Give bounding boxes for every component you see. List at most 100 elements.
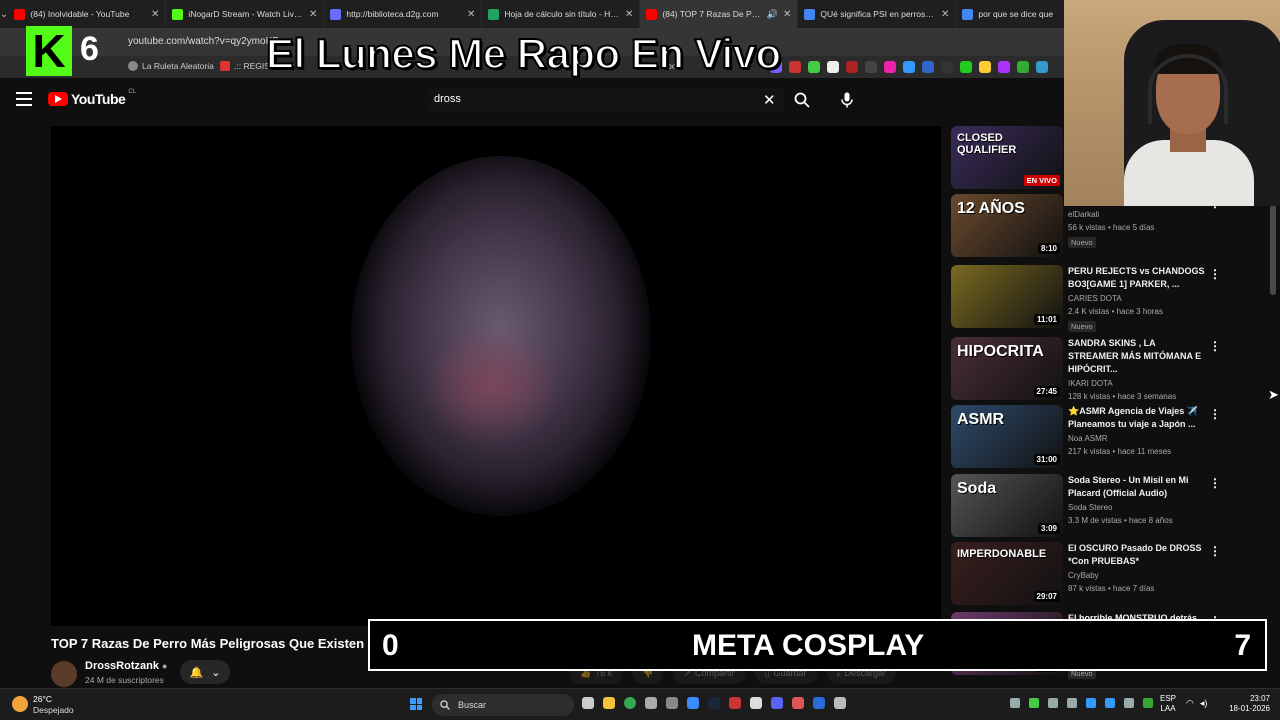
close-tab-icon[interactable]: ✕ [625,9,633,20]
extension-icon[interactable] [998,61,1010,73]
chrome-icon[interactable] [624,697,636,709]
browser-tab[interactable]: QUé significa PSI en perros - Buscar ✕ [798,0,957,28]
extension-icon[interactable] [884,61,896,73]
search-input[interactable]: dross ✕ [425,87,785,113]
app-icon[interactable] [645,697,657,709]
close-tab-icon[interactable]: ✕ [151,9,159,20]
voice-search-button[interactable] [834,87,860,113]
more-options-icon[interactable]: ⋮ [1209,267,1221,281]
search-button[interactable] [786,87,818,113]
close-tab-icon[interactable]: ✕ [309,9,317,20]
weather-temp[interactable]: 26°C [33,694,52,704]
video-thumbnail[interactable]: HIPOCRITA 27:45 [951,337,1063,400]
app-icon[interactable] [666,697,678,709]
task-view-icon[interactable] [582,697,594,709]
tray-icon[interactable] [1029,698,1039,708]
channel-name-text[interactable]: DrossRotzank [85,660,159,672]
channel-name[interactable]: DrossRotzank ● [85,660,167,672]
extension-icon[interactable] [979,61,991,73]
tab-audio-icon[interactable]: 🔊 [767,9,778,20]
steam-icon[interactable] [708,697,720,709]
extension-icon[interactable] [827,61,839,73]
extension-icon[interactable] [846,61,858,73]
extension-icon[interactable] [922,61,934,73]
extension-icon[interactable] [1017,61,1029,73]
recommendation-channel[interactable]: Noa ASMR [1068,434,1208,443]
discord-icon[interactable] [771,697,783,709]
tab-favicon-icon [172,8,184,20]
recommendation-title[interactable]: PERU REJECTS vs CHANDOGS BO3[GAME 1] PAR… [1068,265,1208,291]
search-value[interactable]: dross [434,93,461,105]
recommendation-title[interactable]: SANDRA SKINS , LA STREAMER MÁS MITÓMANA … [1068,337,1208,376]
app-icon[interactable] [813,697,825,709]
recommendation-title[interactable]: El OSCURO Pasado De DROSS *Con PRUEBAS* [1068,542,1208,568]
clock[interactable]: 23:07 18-01-2026 [1224,694,1270,714]
extension-icon[interactable] [941,61,953,73]
taskbar-search[interactable]: Buscar [432,694,574,716]
recommendation-channel[interactable]: CryBaby [1068,571,1208,580]
extension-icon[interactable] [865,61,877,73]
recommendation-channel[interactable]: Soda Stereo [1068,503,1208,512]
file-explorer-icon[interactable] [603,697,615,709]
extension-icon[interactable] [1036,61,1048,73]
more-options-icon[interactable]: ⋮ [1209,407,1221,421]
menu-icon[interactable] [16,92,32,106]
bookmark-ruleta[interactable]: La Ruleta Aleatoria [128,61,214,71]
tray-icon[interactable] [1048,698,1058,708]
more-options-icon[interactable]: ⋮ [1209,476,1221,490]
bluetooth-icon[interactable] [1105,698,1115,708]
clear-search-icon[interactable]: ✕ [763,91,776,109]
tab-search-icon[interactable]: ⌄ [0,0,8,28]
quick-settings[interactable]: ◠ ◂) [1186,698,1207,709]
recommendation-channel[interactable]: IKARI DOTA [1068,379,1208,388]
tab-favicon-icon [646,8,658,20]
tray-icon[interactable] [1010,698,1020,708]
app-icon[interactable] [750,697,762,709]
recommendation-title[interactable]: ⭐ASMR Agencia de Viajes ✈️ Planeamos tu … [1068,405,1208,431]
recommendation-channel[interactable]: CARIES DOTA [1068,294,1208,303]
more-options-icon[interactable]: ⋮ [1209,544,1221,558]
close-tab-icon[interactable]: ✕ [941,9,949,20]
tray-icon[interactable] [1124,698,1134,708]
channel-avatar[interactable] [51,661,77,687]
tab-title: Hoja de cálculo sin título - Hojas de cá… [504,9,620,19]
video-thumbnail[interactable]: ASMR 31:00 [951,405,1063,468]
country-code: CL [128,89,136,95]
browser-tab[interactable]: http://biblioteca.d2g.com ✕ [324,0,483,28]
weather-moon-icon[interactable] [12,696,28,712]
extension-icon[interactable] [789,61,801,73]
recommendation-title[interactable]: Soda Stereo - Un Misil en Mi Placard (Of… [1068,474,1208,500]
extension-icon[interactable] [960,61,972,73]
app-icon[interactable] [792,697,804,709]
video-thumbnail[interactable]: CLOSED QUALIFIER EN VIVO [951,126,1063,189]
close-tab-icon[interactable]: ✕ [467,9,475,20]
browser-tab[interactable]: Hoja de cálculo sin título - Hojas de cá… [482,0,641,28]
video-player[interactable] [51,126,941,626]
tray-icon[interactable] [1067,698,1077,708]
tray-icon[interactable] [1086,698,1096,708]
app-icon[interactable] [687,697,699,709]
video-thumbnail[interactable]: 11:01 [951,265,1063,328]
extension-icon[interactable] [903,61,915,73]
video-thumbnail[interactable]: Soda 3:09 [951,474,1063,537]
browser-tab[interactable]: iNogarD Stream - Watch Live on Kick ✕ [166,0,325,28]
app-icon[interactable] [729,697,741,709]
app-icon[interactable] [834,697,846,709]
extension-icon[interactable] [808,61,820,73]
language-indicator[interactable]: ESP LAA [1160,694,1176,714]
weather-desc[interactable]: Despejado [33,705,74,715]
close-tab-icon[interactable]: ✕ [783,9,791,20]
youtube-logo[interactable]: YouTube CL [48,89,136,107]
url-text[interactable]: youtube.com/watch?v=qy2ymoKB [128,36,279,47]
recommendation-channel[interactable]: elDarkali [1068,210,1208,219]
stream-title: El Lunes Me Rapo En Vivo [265,29,782,78]
video-thumbnail[interactable]: IMPERDONABLE 29:07 [951,542,1063,605]
browser-tab[interactable]: (84) TOP 7 Razas De Perro Más 🔊 ✕ [640,0,799,28]
subscribed-bell-button[interactable]: 🔔 ⌄ [180,660,230,684]
more-options-icon[interactable]: ⋮ [1209,339,1221,353]
sidebar-scrollbar[interactable] [1270,205,1276,295]
windows-start-icon[interactable] [410,698,422,710]
bell-icon: 🔔 [189,666,204,679]
tray-icon[interactable] [1143,698,1153,708]
video-thumbnail[interactable]: 12 AÑOS 8:10 [951,194,1063,257]
